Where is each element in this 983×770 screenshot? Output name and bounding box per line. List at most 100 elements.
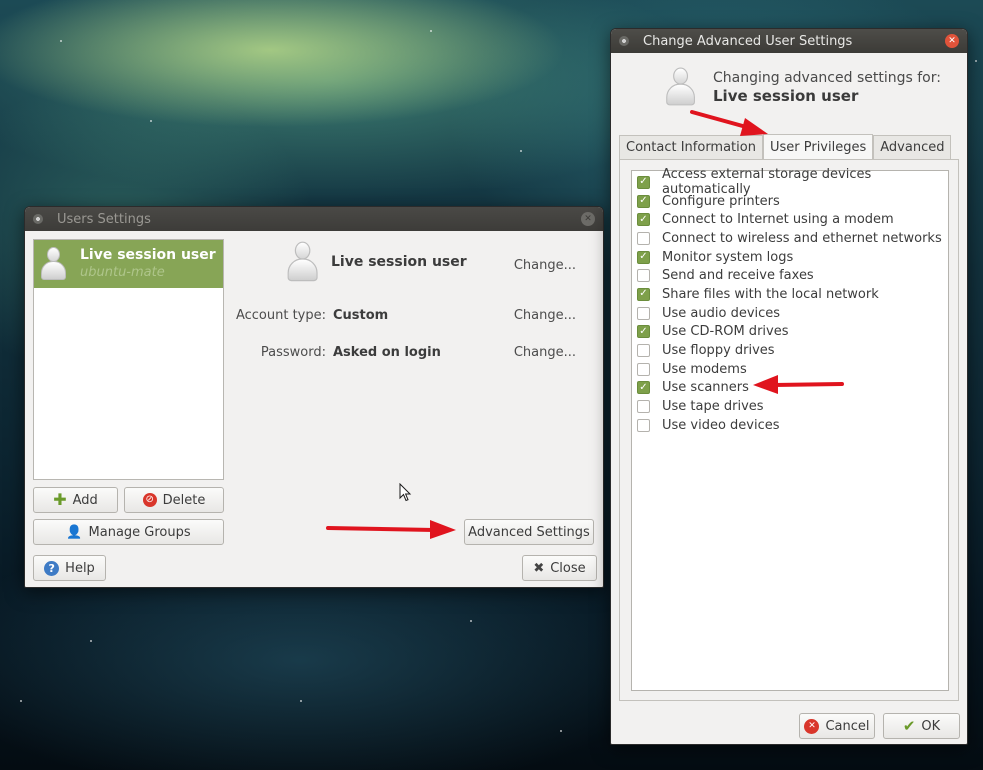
titlebar[interactable]: Users Settings ✕ (25, 207, 603, 231)
privilege-label: Connect to wireless and ethernet network… (662, 230, 942, 246)
star (60, 40, 62, 42)
window-menu-icon[interactable] (619, 36, 629, 46)
checkbox-checked[interactable]: ✓ (637, 381, 650, 395)
checkbox-checked[interactable]: ✓ (637, 325, 650, 339)
checkbox-checked[interactable]: ✓ (637, 250, 650, 264)
account-type-label: Account type: (235, 308, 326, 323)
privilege-label: Connect to Internet using a modem (662, 212, 894, 228)
manage-groups-button[interactable]: 👤 Manage Groups (33, 519, 224, 545)
tab-user-privileges[interactable]: User Privileges (762, 134, 874, 159)
privileges-list[interactable]: ✓ Access external storage devices automat… (631, 167, 949, 691)
checkbox-unchecked[interactable] (637, 231, 650, 245)
delete-button-label: Delete (162, 492, 206, 508)
privilege-label: Use tape drives (662, 399, 764, 415)
close-icon: ✖ (533, 560, 545, 576)
star (20, 700, 22, 702)
checkbox-unchecked[interactable] (637, 269, 650, 283)
checkbox-unchecked[interactable] (637, 418, 650, 432)
advanced-settings-label: Advanced Settings (468, 524, 590, 540)
privilege-item[interactable]: Use floppy drives (632, 341, 948, 360)
privilege-item[interactable]: Use tape drives (632, 397, 948, 416)
ok-button[interactable]: ✔ OK (883, 713, 960, 739)
checkbox-checked[interactable]: ✓ (637, 194, 650, 208)
help-icon: ? (44, 560, 60, 576)
manage-groups-label: Manage Groups (88, 524, 191, 540)
checkbox-unchecked[interactable] (637, 306, 650, 320)
titlebar[interactable]: Change Advanced User Settings ✕ (611, 29, 967, 53)
window-menu-icon[interactable] (33, 214, 43, 224)
privilege-item[interactable]: Connect to wireless and ethernet network… (632, 229, 948, 248)
star (150, 120, 152, 122)
privilege-item[interactable]: Use video devices (632, 416, 948, 435)
user-list[interactable]: Live session user ubuntu-mate (33, 239, 224, 480)
privilege-label: Use audio devices (662, 305, 781, 321)
privilege-item[interactable]: ✓ Connect to Internet using a modem (632, 210, 948, 229)
checkbox-unchecked[interactable] (637, 344, 650, 358)
tab-advanced[interactable]: Advanced (873, 135, 952, 159)
detail-user-name: Live session user (331, 254, 467, 270)
close-window-icon[interactable]: ✕ (945, 34, 959, 48)
delete-icon: ⊘ (142, 493, 157, 507)
star (430, 30, 432, 32)
privilege-label: Use CD-ROM drives (662, 324, 789, 340)
privilege-item[interactable]: Send and receive faxes (632, 266, 948, 285)
star (975, 60, 977, 62)
group-icon: 👤 (66, 524, 83, 540)
help-button-label: Help (65, 560, 95, 576)
privilege-label: Use scanners (662, 380, 749, 396)
ok-button-label: OK (921, 718, 941, 734)
star (560, 730, 562, 732)
star (300, 700, 302, 702)
cancel-icon: ✕ (804, 718, 820, 734)
advanced-settings-button[interactable]: Advanced Settings (464, 519, 594, 545)
change-name-link[interactable]: Change... (514, 258, 576, 273)
help-button[interactable]: ? Help (33, 555, 106, 581)
privilege-item[interactable]: ✓ Access external storage devices automat… (632, 167, 948, 197)
privilege-item[interactable]: ✓ Monitor system logs (632, 248, 948, 267)
checkbox-unchecked[interactable] (637, 362, 650, 376)
user-avatar-icon (665, 67, 695, 106)
privilege-item[interactable]: ✓ Share files with the local network (632, 285, 948, 304)
privilege-label: Monitor system logs (662, 249, 794, 265)
close-button-label: Close (550, 560, 586, 576)
user-privileges-panel: ✓ Access external storage devices automat… (619, 159, 959, 701)
advanced-header: Changing advanced settings for: Live ses… (665, 67, 941, 106)
star (90, 640, 92, 642)
checkbox-unchecked[interactable] (637, 400, 650, 414)
user-full-name: Live session user (80, 247, 216, 263)
password-value: Asked on login (333, 345, 441, 360)
add-user-button[interactable]: ✚ Add (33, 487, 118, 513)
change-account-type-link[interactable]: Change... (514, 308, 576, 323)
change-password-link[interactable]: Change... (514, 345, 576, 360)
checkbox-checked[interactable]: ✓ (637, 287, 650, 301)
privilege-item[interactable]: Use modems (632, 360, 948, 379)
privilege-label: Use floppy drives (662, 343, 775, 359)
tab-contact-information[interactable]: Contact Information (619, 135, 763, 159)
user-detail-header: Live session user (287, 241, 467, 282)
user-list-item[interactable]: Live session user ubuntu-mate (34, 240, 223, 288)
cancel-button[interactable]: ✕ Cancel (799, 713, 875, 739)
add-button-label: Add (72, 492, 98, 508)
close-window-icon[interactable]: ✕ (581, 212, 595, 226)
window-title: Users Settings (57, 211, 151, 227)
privilege-label: Use modems (662, 361, 747, 377)
users-settings-window: Users Settings ✕ Live session user ubunt… (24, 206, 604, 588)
privilege-item[interactable]: Use audio devices (632, 304, 948, 323)
checkbox-checked[interactable]: ✓ (637, 213, 650, 227)
header-subtitle: Changing advanced settings for: (713, 70, 941, 86)
user-login-name: ubuntu-mate (80, 265, 165, 280)
checkbox-checked[interactable]: ✓ (637, 175, 650, 189)
star (520, 150, 522, 152)
privilege-label: Configure printers (662, 193, 780, 209)
privilege-item[interactable]: ✓ Use CD-ROM drives (632, 323, 948, 342)
delete-user-button[interactable]: ⊘ Delete (124, 487, 224, 513)
plus-icon: ✚ (53, 490, 67, 509)
user-avatar-icon (40, 247, 66, 281)
close-button[interactable]: ✖ Close (522, 555, 597, 581)
window-title: Change Advanced User Settings (643, 33, 853, 49)
privilege-label: Use video devices (662, 417, 780, 433)
header-user-name: Live session user (713, 87, 859, 105)
privilege-label: Send and receive faxes (662, 268, 814, 284)
privilege-item[interactable]: ✓ Use scanners (632, 379, 948, 398)
user-avatar-icon (286, 241, 318, 283)
